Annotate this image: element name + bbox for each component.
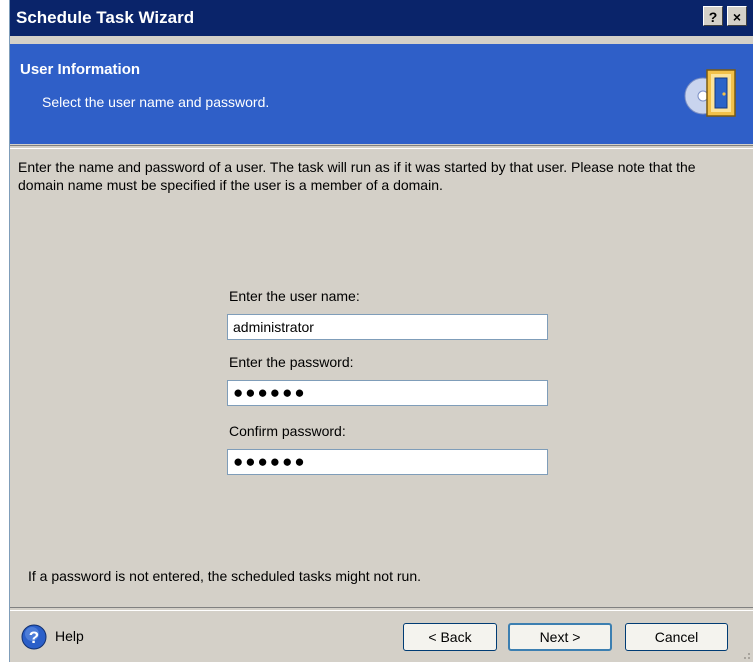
- header-separator: [10, 145, 753, 149]
- title-bar: Schedule Task Wizard ? ×: [10, 0, 753, 36]
- footer-separator: [10, 607, 753, 611]
- confirm-password-input[interactable]: ●●●●●●: [227, 449, 548, 475]
- svg-text:?: ?: [29, 628, 39, 647]
- window-title: Schedule Task Wizard: [16, 8, 195, 27]
- title-help-button[interactable]: ?: [703, 6, 723, 26]
- resize-grip[interactable]: [739, 648, 751, 660]
- username-input[interactable]: administrator: [227, 314, 548, 340]
- password-label: Enter the password:: [229, 354, 354, 370]
- header-subtitle: Select the user name and password.: [42, 94, 270, 110]
- help-icon[interactable]: ?: [21, 624, 47, 650]
- title-close-button[interactable]: ×: [727, 6, 747, 26]
- cancel-button[interactable]: Cancel: [625, 623, 728, 651]
- password-note: If a password is not entered, the schedu…: [28, 568, 421, 584]
- wizard-door-icon: [684, 69, 736, 117]
- help-link[interactable]: Help: [55, 628, 84, 644]
- next-button[interactable]: Next >: [508, 623, 612, 651]
- back-button[interactable]: < Back: [403, 623, 497, 651]
- password-input[interactable]: ●●●●●●: [227, 380, 548, 406]
- confirm-password-label: Confirm password:: [229, 423, 346, 439]
- username-label: Enter the user name:: [229, 288, 360, 304]
- wizard-header: User Information Select the user name an…: [10, 44, 753, 144]
- wizard-window: Schedule Task Wizard ? × User Informatio…: [9, 0, 753, 662]
- description-text: Enter the name and password of a user. T…: [18, 159, 696, 193]
- header-title: User Information: [20, 61, 141, 78]
